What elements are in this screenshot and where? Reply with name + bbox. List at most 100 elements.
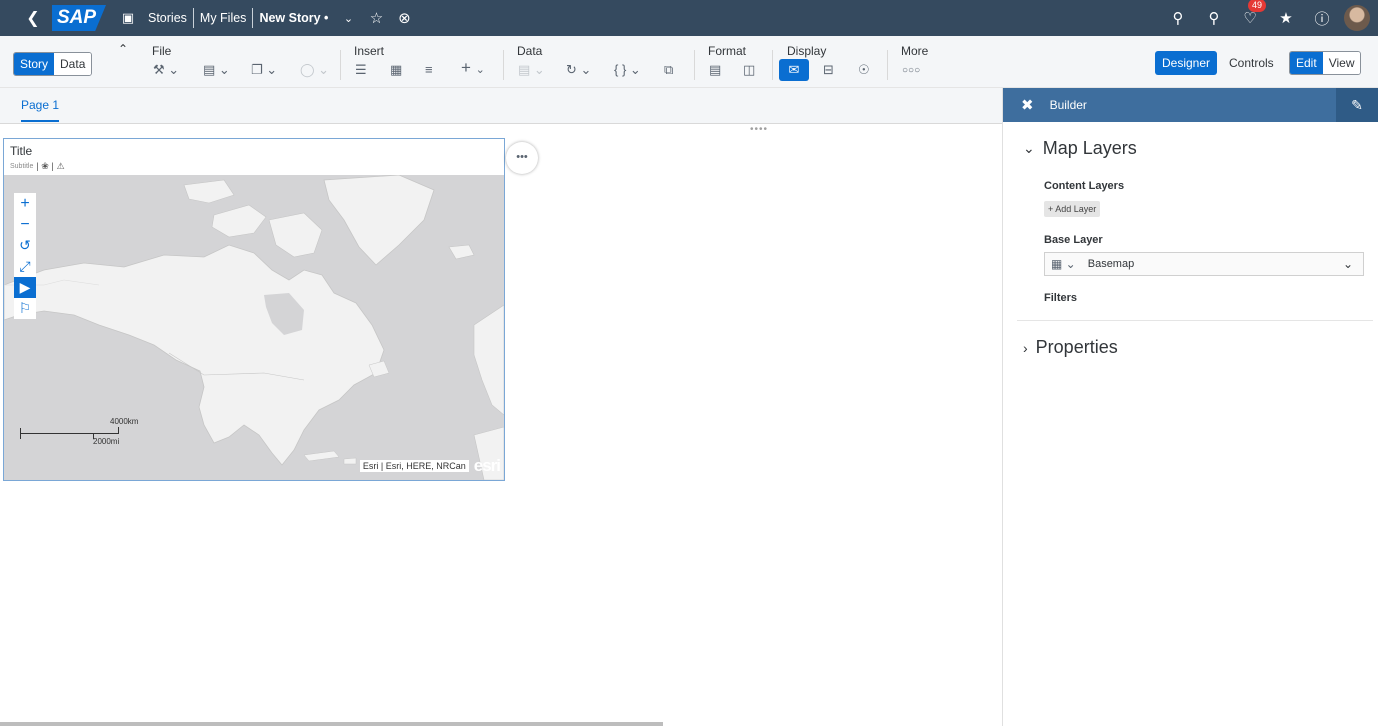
toolbar: Story Data ⌃ File ⚒ ⌄ ▤ ⌄ ❐ ⌄ ◯ ⌄ Insert… — [0, 36, 1378, 88]
toolbar-group-insert: Insert — [354, 44, 385, 58]
collapse-toolbar-icon[interactable]: ⌃ — [118, 42, 128, 56]
toolbar-group-more: More — [901, 44, 929, 58]
sap-logo[interactable]: SAP — [52, 5, 106, 31]
widget-more-button[interactable]: ••• — [506, 142, 538, 174]
base-layer-select[interactable]: ▦ ⌄ Basemap ⌄ — [1044, 252, 1364, 276]
panel-icon[interactable]: ⊟ — [823, 62, 834, 78]
hispaniola — [343, 457, 357, 465]
greenland — [323, 175, 435, 266]
divider — [772, 50, 773, 80]
lightbulb-icon[interactable]: ⚲ — [1200, 9, 1228, 27]
map-layers-heading: Map Layers — [1042, 138, 1137, 158]
discussions-icon[interactable]: ★ — [1272, 9, 1300, 27]
zoom-in-icon[interactable]: + — [14, 193, 36, 214]
formula-icon[interactable]: { } ⌄ — [614, 62, 641, 78]
iceland — [448, 244, 475, 260]
shell-bar: ❮ SAP ▣ Stories My Files New Story • ⌄ ☆… — [0, 0, 1378, 36]
comment-icon[interactable]: ✉ — [779, 59, 809, 81]
add-icon[interactable]: + ⌄ — [461, 58, 485, 78]
view-button[interactable]: View — [1322, 52, 1361, 74]
edit-button[interactable]: Edit — [1290, 52, 1323, 74]
map-toolbar: + − ↺ ⤢ ▶ ⚐ — [14, 193, 36, 319]
search-icon[interactable]: ⚲ — [1164, 9, 1192, 27]
zoom-out-icon[interactable]: − — [14, 214, 36, 235]
properties-heading: Properties — [1035, 337, 1118, 357]
resize-grip[interactable]: •••• — [750, 124, 768, 135]
story-canvas[interactable]: •••• Title Subtitle | ❀ | ⚠ + − ↺ ⤢ ▶ ⚐ … — [0, 124, 1002, 726]
fullscreen-icon[interactable]: ⤢ — [14, 256, 36, 277]
star-icon[interactable]: ☆ — [362, 9, 390, 27]
chevron-right-icon[interactable]: › — [1023, 340, 1028, 356]
back-icon[interactable]: ❮ — [20, 8, 46, 28]
help-icon[interactable]: ⓘ — [1308, 8, 1336, 29]
esri-logo: esri — [473, 456, 501, 475]
map-attribution: Esri | Esri, HERE, NRCan esri — [359, 456, 501, 476]
controls-button[interactable]: Controls — [1229, 56, 1274, 70]
designer-button[interactable]: Designer — [1155, 51, 1218, 75]
section-properties[interactable]: › Properties — [1023, 337, 1118, 358]
chevron-down-icon[interactable]: ⌄ — [334, 12, 362, 25]
widget-subtitle[interactable]: Subtitle — [10, 163, 33, 170]
copy-icon[interactable]: ❐ ⌄ — [251, 62, 277, 78]
chevron-down-icon[interactable]: ⌄ — [1023, 140, 1035, 157]
widget-subtitle-row: Subtitle | ❀ | ⚠ — [10, 161, 65, 172]
filter-icon: | ❀ | — [36, 161, 54, 171]
pointer-select-icon[interactable]: ▶ — [14, 277, 36, 298]
cuba — [303, 450, 340, 462]
format-icon[interactable]: ▤ — [709, 62, 721, 78]
section-map-layers[interactable]: ⌄ Map Layers — [1023, 138, 1137, 159]
attribution-text: Esri | Esri, HERE, NRCan — [359, 460, 469, 472]
more-icon[interactable]: ○○○ — [902, 65, 920, 76]
stories-icon: ▣ — [121, 10, 135, 25]
notification-bell-icon[interactable]: ♡ 49 — [1236, 0, 1267, 27]
arctic-island — [211, 204, 267, 238]
base-layer-label: Base Layer — [1044, 234, 1103, 246]
add-layer-button[interactable]: + Add Layer — [1044, 201, 1101, 217]
compass-icon[interactable]: ☉ — [858, 62, 870, 78]
lasso-select-icon[interactable]: ⚐ — [14, 298, 36, 319]
tab-story[interactable]: Story — [14, 53, 55, 75]
refresh-icon[interactable]: ↻ ⌄ — [566, 62, 591, 78]
divider — [340, 50, 341, 80]
data-source-icon[interactable]: ▤ ⌄ — [518, 62, 545, 78]
share-icon[interactable]: ◯ ⌄ — [300, 62, 329, 78]
scale-km-label: 4000km — [110, 417, 139, 426]
input-control-icon[interactable]: ≡ — [425, 62, 433, 77]
story-title[interactable]: New Story • — [253, 11, 334, 25]
filters-label[interactable]: Filters — [1044, 292, 1077, 304]
table-icon[interactable]: ▦ — [390, 62, 402, 78]
europe-landmass — [473, 304, 504, 416]
breadcrumb-my-files[interactable]: My Files — [194, 11, 253, 25]
chart-icon[interactable]: ☰ — [355, 62, 367, 78]
tab-data[interactable]: Data — [54, 53, 92, 75]
breadcrumb: ▣ Stories My Files New Story • ⌄ ☆ ⊗ — [114, 8, 418, 28]
close-circle-icon[interactable]: ⊗ — [390, 9, 418, 27]
content-layers-label: Content Layers — [1044, 180, 1125, 192]
reset-view-icon[interactable]: ↺ — [14, 235, 36, 256]
breadcrumb-stories[interactable]: Stories — [142, 11, 193, 25]
tools-icon[interactable]: ⚒ ⌄ — [153, 62, 179, 78]
arctic-island — [183, 179, 235, 204]
styling-icon[interactable]: ✎ — [1336, 88, 1378, 122]
north-america-landmass — [4, 244, 385, 466]
base-layer-value: Basemap — [1087, 258, 1135, 270]
basemap-graphic — [4, 175, 504, 480]
horizontal-scrollbar[interactable] — [0, 722, 663, 726]
device-preview-icon[interactable]: ◫ — [743, 62, 755, 78]
page-tab-bar: Page 1 — [0, 88, 1002, 124]
save-icon[interactable]: ▤ ⌄ — [203, 62, 230, 78]
divider — [887, 50, 888, 80]
builder-panel-header: ✖ Builder ✎ — [1003, 88, 1378, 122]
map-viewport[interactable]: + − ↺ ⤢ ▶ ⚐ 4000km 2000mi Esri | Esri, H… — [4, 175, 504, 480]
builder-title: Builder — [1049, 98, 1087, 112]
widget-title[interactable]: Title — [10, 144, 32, 158]
chevron-down-icon[interactable]: ⌄ — [1343, 257, 1353, 271]
divider — [694, 50, 695, 80]
tab-page-1[interactable]: Page 1 — [21, 98, 60, 122]
basemap-thumbnail-icon[interactable]: ▦ ⌄ — [1051, 257, 1076, 271]
linked-analysis-icon[interactable]: ⧉ — [664, 62, 673, 78]
builder-tools-icon: ✖ — [1021, 97, 1034, 114]
user-avatar[interactable] — [1344, 5, 1370, 31]
geo-map-widget[interactable]: Title Subtitle | ❀ | ⚠ + − ↺ ⤢ ▶ ⚐ 4000k… — [3, 138, 505, 481]
builder-panel: ✖ Builder ✎ ⌄ Map Layers Content Layers … — [1002, 88, 1378, 726]
